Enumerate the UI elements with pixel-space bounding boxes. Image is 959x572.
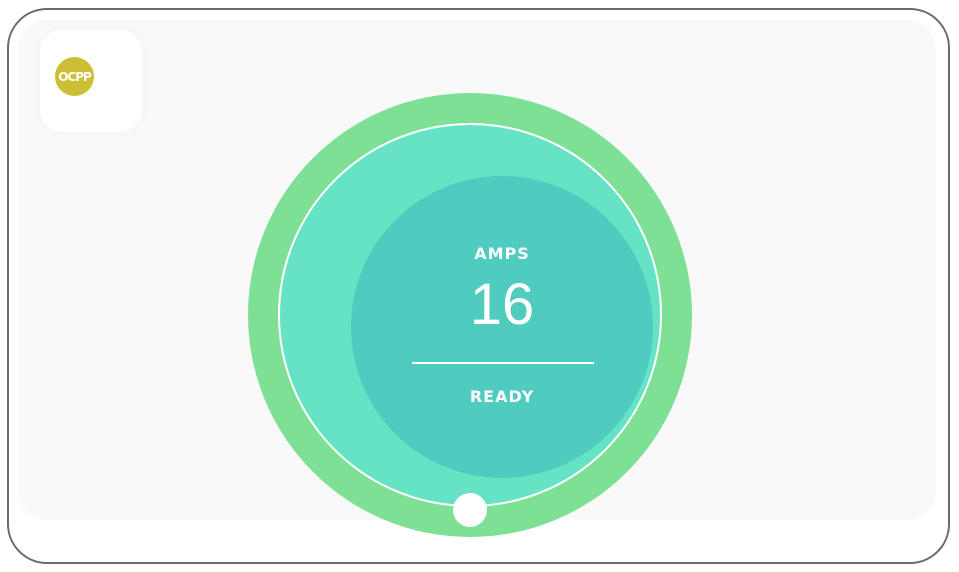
gauge-ring: AMPS 16 READY (278, 123, 662, 507)
charger-status: READY (469, 387, 535, 406)
gauge-value: 16 (469, 272, 535, 337)
amps-gauge: AMPS 16 READY (248, 93, 692, 537)
device-frame: OCPP AMPS 16 READY (7, 8, 950, 564)
gauge-slider-handle[interactable] (453, 493, 487, 527)
ocpp-logo: OCPP (55, 57, 94, 96)
gauge-inner-disc: AMPS 16 READY (351, 176, 653, 478)
gauge-divider (412, 362, 594, 364)
gauge-label: AMPS (474, 244, 530, 263)
logo-tile: OCPP (40, 30, 142, 132)
